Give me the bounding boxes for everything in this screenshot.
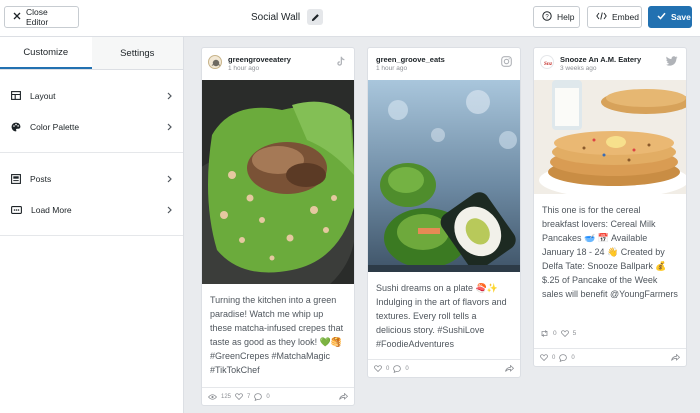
chevron-right-icon (167, 175, 172, 182)
comment-count: 0 (405, 365, 409, 372)
post-caption: This one is for the cereal breakfast lov… (542, 205, 678, 299)
heart-icon[interactable] (374, 365, 382, 372)
post-footer: 0 0 (534, 348, 686, 366)
sidebar-item-label: Load More (31, 204, 72, 215)
post-header: Snz Snooze An A.M. Eatery 3 weeks ago (534, 48, 686, 80)
twitter-icon[interactable] (666, 56, 678, 66)
posts-icon (11, 173, 21, 184)
help-label: Help (557, 12, 575, 22)
pencil-icon (311, 13, 319, 21)
post-image[interactable] (368, 80, 520, 272)
chevron-right-icon (167, 206, 172, 213)
avatar: Snz (540, 55, 554, 69)
post-header: greengroveeatery 1 hour ago (202, 48, 354, 80)
post-caption: Turning the kitchen into a green paradis… (210, 295, 344, 375)
post-username[interactable]: Snooze An A.M. Eatery (560, 55, 678, 64)
like-count: 7 (247, 393, 251, 400)
sidebar: Customize Settings Layout Color Palette … (0, 37, 184, 413)
view-count: 125 (221, 393, 232, 400)
sidebar-item-color-palette[interactable]: Color Palette (0, 111, 183, 142)
check-icon (657, 12, 666, 22)
sidebar-item-label: Posts (30, 173, 52, 184)
sidebar-item-layout[interactable]: Layout (0, 80, 183, 111)
post-timestamp: 1 hour ago (228, 65, 260, 72)
top-bar: Close Editor Social Wall ? Help Embed Sa… (0, 0, 700, 37)
tweet-stats: 0 5 (540, 330, 576, 337)
heart-icon[interactable] (235, 393, 243, 400)
comment-count: 0 (571, 354, 575, 361)
post-username[interactable]: greengroveeatery (228, 55, 346, 64)
tab-customize[interactable]: Customize (0, 37, 92, 69)
instagram-icon[interactable] (501, 56, 512, 67)
comment-icon[interactable] (559, 353, 568, 362)
tiktok-icon[interactable] (336, 56, 346, 67)
sidebar-item-label: Color Palette (30, 121, 80, 132)
post-username[interactable]: green_groove_eats (376, 55, 512, 64)
retweet-icon[interactable] (540, 330, 549, 337)
tab-settings[interactable]: Settings (91, 37, 183, 69)
post-card[interactable]: green_groove_eats 1 hour ago Sushi dream… (367, 47, 521, 378)
like-count: 0 (386, 365, 390, 372)
eye-icon (208, 393, 217, 400)
save-button[interactable]: Save (648, 6, 692, 28)
sidebar-item-label: Layout (30, 90, 56, 101)
like-heart-icon[interactable] (560, 330, 569, 337)
close-editor-button[interactable]: Close Editor (4, 6, 79, 28)
post-card[interactable]: Snz Snooze An A.M. Eatery 3 weeks ago Th… (533, 47, 687, 367)
close-editor-label: Close Editor (26, 7, 49, 27)
comment-icon[interactable] (393, 364, 402, 373)
avatar (208, 55, 222, 69)
heart-icon[interactable] (540, 354, 548, 361)
retweet-count: 0 (553, 330, 557, 337)
layout-icon (11, 91, 21, 100)
load-more-icon (11, 205, 22, 214)
sidebar-tabs: Customize Settings (0, 37, 183, 70)
share-icon[interactable] (505, 365, 514, 372)
close-icon (13, 12, 21, 22)
save-label: Save (671, 12, 691, 22)
palette-icon (11, 122, 21, 131)
title-area: Social Wall (251, 9, 324, 25)
sidebar-item-posts[interactable]: Posts (0, 163, 183, 194)
post-header: green_groove_eats 1 hour ago (368, 48, 520, 80)
page-title: Social Wall (251, 11, 301, 23)
chevron-right-icon (167, 92, 172, 99)
embed-label: Embed (612, 12, 639, 22)
embed-button[interactable]: Embed (587, 6, 642, 28)
post-caption: Sushi dreams on a plate 🍣✨ Indulging in … (376, 283, 507, 349)
share-icon[interactable] (339, 393, 348, 400)
post-image[interactable] (202, 80, 354, 284)
tweet-like-count: 5 (572, 330, 577, 337)
post-timestamp: 1 hour ago (376, 65, 408, 72)
post-card[interactable]: greengroveeatery 1 hour ago Turning the … (201, 47, 355, 406)
post-footer: 125 7 0 (202, 387, 354, 405)
sidebar-item-load-more[interactable]: Load More (0, 194, 183, 225)
menu-group-content: Posts Load More (0, 153, 183, 236)
help-button[interactable]: ? Help (533, 6, 580, 28)
like-count: 0 (552, 354, 556, 361)
edit-title-button[interactable] (307, 9, 324, 25)
comment-count: 0 (266, 393, 270, 400)
menu-group-appearance: Layout Color Palette (0, 70, 183, 153)
share-icon[interactable] (671, 354, 680, 361)
comment-icon[interactable] (254, 392, 263, 401)
help-icon: ? (542, 11, 552, 23)
svg-text:Snz: Snz (544, 61, 553, 67)
post-footer: 0 0 (368, 359, 520, 377)
code-icon (596, 12, 607, 22)
post-timestamp: 3 weeks ago (560, 65, 597, 72)
chevron-right-icon (167, 123, 172, 130)
post-image[interactable] (534, 80, 686, 194)
